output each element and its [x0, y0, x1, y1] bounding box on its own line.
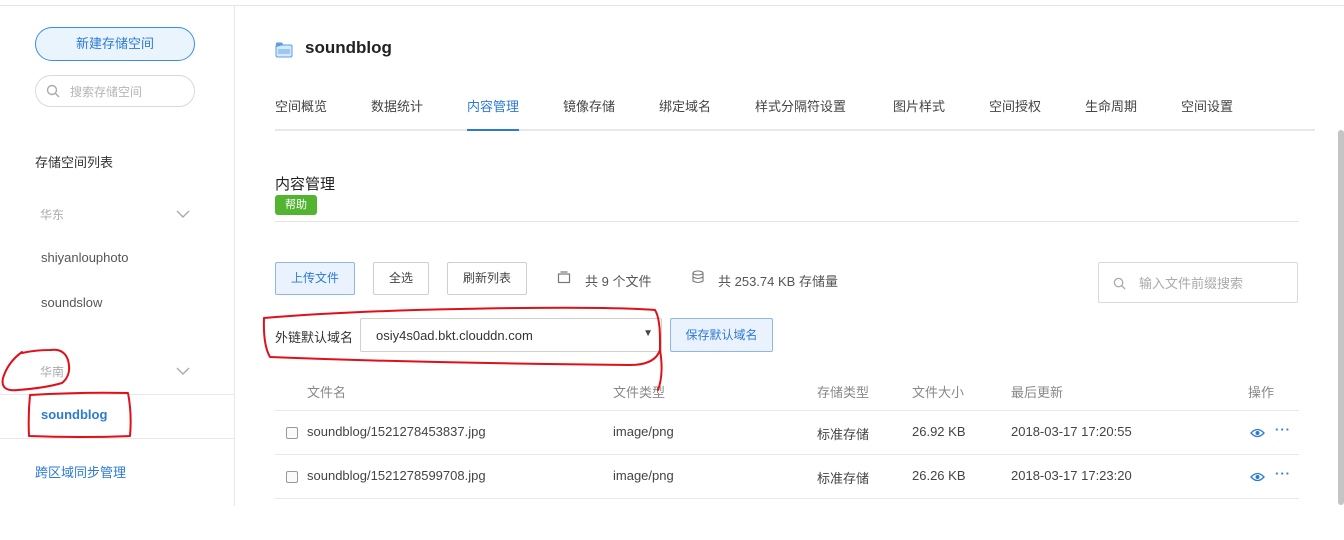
tab-mirror-storage[interactable]: 镜像存储	[563, 96, 615, 131]
cell-size: 26.26 KB	[912, 468, 966, 483]
storage-usage: 共 253.74 KB 存储量	[718, 274, 838, 289]
column-header-actions: 操作	[1248, 385, 1275, 400]
cell-filename: soundblog/1521278599708.jpg	[307, 468, 486, 483]
save-default-domain-button[interactable]: 保存默认域名	[670, 318, 773, 352]
chevron-down-icon[interactable]	[176, 366, 190, 376]
column-header-size[interactable]: 文件大小	[912, 382, 964, 401]
bucket-icon	[275, 42, 293, 58]
select-all-button[interactable]: 全选	[373, 262, 429, 295]
file-search-input[interactable]	[1139, 273, 1289, 293]
search-icon	[46, 84, 60, 98]
tab-bind-domain[interactable]: 绑定域名	[659, 96, 711, 131]
row-checkbox[interactable]	[286, 427, 298, 439]
bucket-item-soundblog[interactable]: soundblog	[41, 407, 107, 422]
eye-icon[interactable]	[1250, 427, 1265, 439]
upload-file-button[interactable]: 上传文件	[275, 262, 355, 295]
section-title: 内容管理	[275, 176, 336, 193]
tab-space-authorization[interactable]: 空间授权	[989, 96, 1041, 131]
divider	[0, 438, 235, 439]
new-bucket-button[interactable]: 新建存储空间	[35, 27, 195, 61]
tab-overview[interactable]: 空间概览	[275, 96, 327, 131]
domain-value: osiy4s0ad.bkt.clouddn.com	[376, 328, 533, 343]
region-south-china[interactable]: 华南	[40, 363, 64, 380]
domain-label: 外链默认域名	[275, 330, 354, 345]
more-actions-icon[interactable]: ···	[1275, 422, 1291, 437]
column-header-filetype[interactable]: 文件类型	[613, 382, 665, 401]
row-checkbox[interactable]	[286, 471, 298, 483]
tab-space-settings[interactable]: 空间设置	[1181, 96, 1233, 131]
tab-image-style[interactable]: 图片样式	[893, 96, 945, 131]
domain-select[interactable]: osiy4s0ad.bkt.clouddn.com ▼	[360, 318, 662, 352]
cell-size: 26.92 KB	[912, 424, 966, 439]
chevron-down-icon[interactable]	[176, 209, 190, 219]
cell-updated: 2018-03-17 17:20:55	[1011, 424, 1132, 439]
region-east-china[interactable]: 华东	[40, 206, 64, 223]
cell-filetype: image/png	[613, 468, 674, 483]
column-header-storage-type[interactable]: 存储类型	[817, 382, 869, 401]
page-title: soundblog	[305, 38, 392, 57]
database-icon	[692, 270, 704, 284]
table-row[interactable]: soundblog/1521278453837.jpg image/png 标准…	[275, 411, 1299, 455]
cell-storage-type: 标准存储	[817, 427, 870, 442]
bucket-item-soundslow[interactable]: soundslow	[41, 295, 102, 310]
files-icon	[557, 271, 571, 284]
tab-content-management[interactable]: 内容管理	[467, 96, 520, 131]
vertical-scrollbar[interactable]	[1338, 130, 1344, 505]
more-actions-icon[interactable]: ···	[1275, 466, 1291, 481]
caret-down-icon: ▼	[643, 328, 653, 339]
cell-updated: 2018-03-17 17:23:20	[1011, 468, 1132, 483]
tab-bar: 空间概览 数据统计 内容管理 镜像存储 绑定域名 样式分隔符设置 图片样式 空间…	[275, 96, 1315, 131]
column-header-updated[interactable]: 最后更新	[1011, 382, 1063, 401]
cell-storage-type: 标准存储	[817, 471, 870, 486]
divider	[275, 221, 1299, 222]
table-row[interactable]: soundblog/1521278599708.jpg image/png 标准…	[275, 455, 1299, 499]
tab-lifecycle[interactable]: 生命周期	[1085, 96, 1137, 131]
tab-statistics[interactable]: 数据统计	[371, 96, 423, 131]
help-badge[interactable]: 帮助	[275, 195, 317, 215]
divider	[0, 394, 235, 395]
cell-filename: soundblog/1521278453837.jpg	[307, 424, 486, 439]
file-count: 共 9 个文件	[585, 274, 652, 289]
cell-filetype: image/png	[613, 424, 674, 439]
bucket-search-box[interactable]	[35, 75, 195, 107]
cross-region-sync-link[interactable]: 跨区域同步管理	[35, 462, 126, 481]
bucket-search-input[interactable]	[70, 82, 188, 102]
column-header-filename[interactable]: 文件名	[307, 382, 346, 401]
file-search-box[interactable]	[1098, 262, 1298, 303]
bucket-list-title: 存储空间列表	[35, 155, 114, 170]
tab-style-separator[interactable]: 样式分隔符设置	[755, 96, 846, 131]
sidebar: 新建存储空间 存储空间列表 华东 shiyanlouphoto soundslo…	[0, 6, 235, 506]
refresh-list-button[interactable]: 刷新列表	[447, 262, 527, 295]
bucket-item-shiyanlouphoto[interactable]: shiyanlouphoto	[41, 250, 128, 265]
search-icon	[1113, 277, 1126, 290]
eye-icon[interactable]	[1250, 471, 1265, 483]
